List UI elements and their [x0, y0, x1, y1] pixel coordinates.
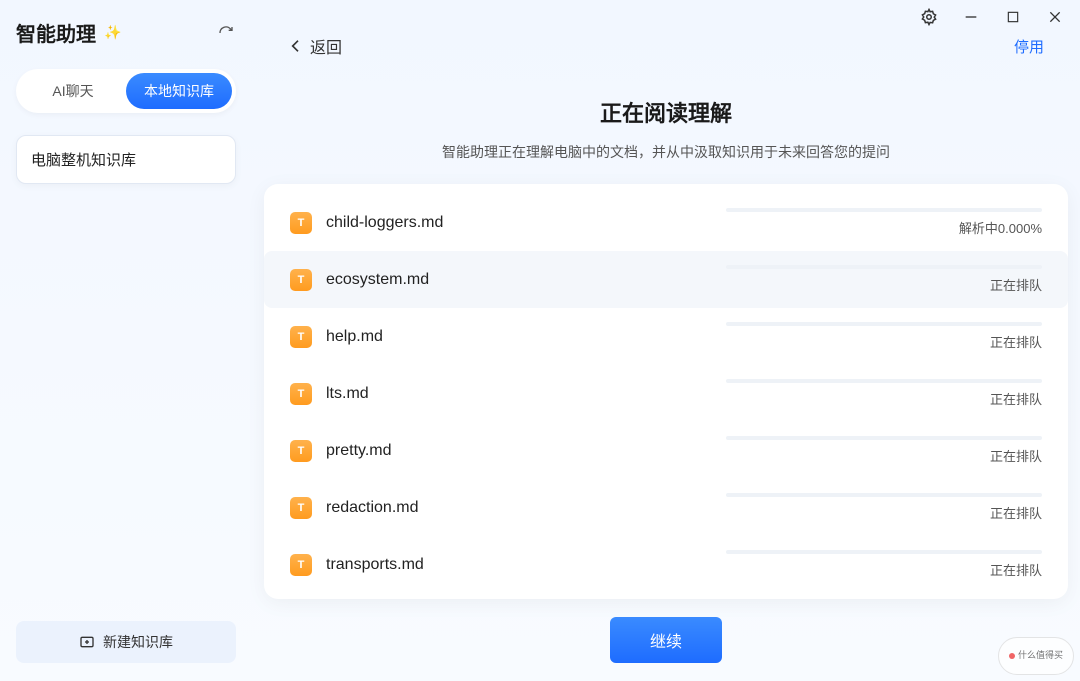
watermark: 什么值得买 — [998, 637, 1074, 675]
progress-bar — [726, 436, 1042, 440]
refresh-icon[interactable] — [216, 23, 236, 43]
file-type-icon: T — [290, 497, 312, 519]
file-row[interactable]: T transports.md 正在排队 — [264, 536, 1068, 593]
file-row[interactable]: T redaction.md 正在排队 — [264, 479, 1068, 536]
progress-bar — [726, 265, 1042, 269]
file-name: redaction.md — [326, 499, 686, 517]
page-title: 正在阅读理解 — [264, 96, 1068, 128]
file-type-icon: T — [290, 554, 312, 576]
tab-ai-chat[interactable]: AI聊天 — [20, 73, 126, 109]
file-row[interactable]: T child-loggers.md 解析中0.000% — [264, 194, 1068, 251]
folder-plus-icon — [79, 634, 95, 650]
chevron-left-icon — [288, 38, 304, 54]
progress-bar — [726, 493, 1042, 497]
main-pane: 返回 停用 正在阅读理解 智能助理正在理解电脑中的文档，并从中汲取知识用于未来回… — [252, 0, 1080, 681]
file-type-icon: T — [290, 326, 312, 348]
file-status: 正在排队 — [990, 446, 1042, 465]
back-button[interactable]: 返回 — [288, 34, 342, 58]
file-row[interactable]: T help.md 正在排队 — [264, 308, 1068, 365]
file-status: 正在排队 — [990, 332, 1042, 351]
progress-bar — [726, 550, 1042, 554]
disable-link[interactable]: 停用 — [1014, 36, 1044, 57]
file-progress: 正在排队 — [686, 493, 1042, 522]
continue-button[interactable]: 继续 — [610, 617, 722, 663]
progress-bar — [726, 322, 1042, 326]
file-row[interactable]: T ecosystem.md 正在排队 — [264, 251, 1068, 308]
file-progress: 正在排队 — [686, 436, 1042, 465]
file-name: ecosystem.md — [326, 271, 686, 289]
file-row[interactable]: T pretty.md 正在排队 — [264, 422, 1068, 479]
file-status: 正在排队 — [990, 503, 1042, 522]
file-type-icon: T — [290, 383, 312, 405]
file-name: transports.md — [326, 556, 686, 574]
file-status: 解析中0.000% — [959, 218, 1042, 237]
sidebar: 智能助理 ✨ AI聊天 本地知识库 电脑整机知识库 新建知识库 — [0, 0, 252, 681]
file-status: 正在排队 — [990, 389, 1042, 408]
file-progress: 正在排队 — [686, 550, 1042, 579]
file-name: pretty.md — [326, 442, 686, 460]
progress-bar — [726, 208, 1042, 212]
app-title: 智能助理 — [16, 18, 96, 47]
file-type-icon: T — [290, 212, 312, 234]
file-name: child-loggers.md — [326, 214, 686, 232]
file-name: lts.md — [326, 385, 686, 403]
kb-card-computer[interactable]: 电脑整机知识库 — [16, 135, 236, 184]
file-status: 正在排队 — [990, 560, 1042, 579]
mode-segmented-control: AI聊天 本地知识库 — [16, 69, 236, 113]
progress-bar — [726, 379, 1042, 383]
page-subtitle: 智能助理正在理解电脑中的文档，并从中汲取知识用于未来回答您的提问 — [264, 142, 1068, 162]
file-status: 正在排队 — [990, 275, 1042, 294]
file-progress: 正在排队 — [686, 265, 1042, 294]
new-kb-button[interactable]: 新建知识库 — [16, 621, 236, 663]
new-kb-label: 新建知识库 — [103, 632, 173, 652]
file-queue-panel: T child-loggers.md 解析中0.000% T ecosystem… — [264, 184, 1068, 599]
file-progress: 正在排队 — [686, 379, 1042, 408]
file-type-icon: T — [290, 440, 312, 462]
tab-local-kb[interactable]: 本地知识库 — [126, 73, 232, 109]
file-row[interactable]: T lts.md 正在排队 — [264, 365, 1068, 422]
file-type-icon: T — [290, 269, 312, 291]
sparkle-icon: ✨ — [104, 24, 121, 41]
file-progress: 正在排队 — [686, 322, 1042, 351]
file-name: help.md — [326, 328, 686, 346]
back-label: 返回 — [310, 34, 342, 58]
file-progress: 解析中0.000% — [686, 208, 1042, 237]
